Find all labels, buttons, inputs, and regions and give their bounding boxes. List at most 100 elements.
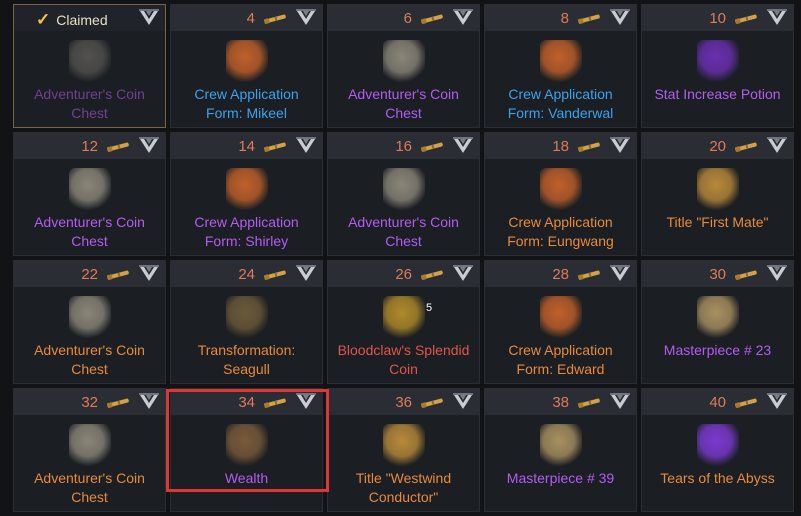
reward-cell[interactable]: 6 Adventurer's Coin Chest [327, 4, 480, 128]
application-form-icon [539, 40, 582, 82]
reward-cell-header: 22 [14, 261, 165, 287]
spyglass-icon [734, 396, 758, 409]
required-level: 16 [395, 138, 412, 155]
reward-cell-header: 14 [171, 133, 322, 159]
reward-cell[interactable]: 22 Adventurer's Coin Chest [13, 260, 166, 384]
emblem-icon [138, 264, 160, 284]
reward-name: Adventurer's Coin Chest [348, 86, 459, 121]
spyglass-icon [577, 396, 601, 409]
emblem-icon [609, 264, 631, 284]
reward-cell-header: 8 [485, 5, 636, 31]
coin-chest-icon [68, 168, 111, 210]
required-level: 18 [552, 138, 569, 155]
application-form-icon [539, 168, 582, 210]
reward-name: Transformation: Seagull [197, 342, 296, 377]
emblem-icon [452, 392, 474, 412]
emblem-icon [766, 264, 788, 284]
reward-name: Adventurer's Coin Chest [34, 342, 145, 377]
spyglass-icon [420, 140, 444, 153]
required-level: 40 [709, 394, 726, 411]
checkmark-icon: ✓ [36, 10, 51, 29]
emblem-icon [452, 264, 474, 284]
reward-cell[interactable]: 30 Masterpiece # 23 [641, 260, 794, 384]
reward-cell-header: 12 [14, 133, 165, 159]
reward-name: Adventurer's Coin Chest [34, 214, 145, 249]
required-level: 28 [552, 266, 569, 283]
reward-cell[interactable]: 10 Stat Increase Potion [641, 4, 794, 128]
masterpiece-icon [696, 296, 739, 338]
reward-track: ✓ Claimed Adventurer's Coin Chest 4 Crew App… [0, 0, 801, 516]
spyglass-icon [263, 396, 287, 409]
reward-cell[interactable]: 40 Tears of the Abyss [641, 388, 794, 512]
emblem-icon [609, 136, 631, 156]
reward-cell[interactable]: 34 Wealth [170, 388, 323, 512]
reward-cell[interactable]: 28 Crew Application Form: Edward [484, 260, 637, 384]
reward-name: Masterpiece # 23 [663, 342, 772, 358]
spyglass-icon [420, 12, 444, 25]
reward-cell-header: 4 [171, 5, 322, 31]
reward-cell[interactable]: ✓ Claimed Adventurer's Coin Chest [13, 4, 166, 128]
required-level: 8 [560, 10, 569, 27]
spyglass-icon [263, 12, 287, 25]
emblem-icon [766, 392, 788, 412]
wealth-rune-icon [225, 424, 268, 466]
emblem-icon [138, 8, 160, 28]
reward-cell[interactable]: 18 Crew Application Form: Eungwang [484, 132, 637, 256]
reward-cell-header: 6 [328, 5, 479, 31]
spyglass-icon [577, 140, 601, 153]
required-level: 6 [403, 10, 412, 27]
reward-name: Crew Application Form: Shirley [194, 214, 299, 249]
required-level: 30 [709, 266, 726, 283]
reward-cell[interactable]: 16 Adventurer's Coin Chest [327, 132, 480, 256]
gem-icon [696, 424, 739, 466]
reward-name: Adventurer's Coin Chest [34, 86, 145, 121]
spyglass-icon [263, 140, 287, 153]
reward-cell[interactable]: 4 Crew Application Form: Mikeel [170, 4, 323, 128]
reward-cell[interactable]: 36 Title "Westwind Conductor" [327, 388, 480, 512]
emblem-icon [138, 136, 160, 156]
required-level: 36 [395, 394, 412, 411]
gold-coin-icon [382, 296, 425, 338]
spyglass-icon [420, 268, 444, 281]
reward-cell[interactable]: 20 Title "First Mate" [641, 132, 794, 256]
claimed-status: ✓ Claimed [36, 10, 108, 30]
reward-name: Tears of the Abyss [660, 470, 775, 486]
reward-cell-header: 18 [485, 133, 636, 159]
reward-cell[interactable]: 8 Crew Application Form: Vanderwal [484, 4, 637, 128]
reward-cell[interactable]: 38 Masterpiece # 39 [484, 388, 637, 512]
reward-name: Crew Application Form: Mikeel [194, 86, 299, 121]
application-form-icon [539, 296, 582, 338]
application-form-icon [225, 168, 268, 210]
reward-cell-header: 34 [171, 389, 322, 415]
reward-cell-header: 38 [485, 389, 636, 415]
spyglass-icon [106, 396, 130, 409]
reward-name: Adventurer's Coin Chest [34, 470, 145, 505]
required-level: 24 [238, 266, 255, 283]
reward-name: Crew Application Form: Eungwang [507, 214, 614, 249]
required-level: 20 [709, 138, 726, 155]
reward-cell[interactable]: 32 Adventurer's Coin Chest [13, 388, 166, 512]
reward-name: Adventurer's Coin Chest [348, 214, 459, 249]
emblem-icon [452, 136, 474, 156]
masterpiece-icon [539, 424, 582, 466]
reward-name: Crew Application Form: Vanderwal [507, 86, 614, 121]
reward-cell[interactable]: 14 Crew Application Form: Shirley [170, 132, 323, 256]
coin-chest-icon [382, 168, 425, 210]
reward-cell[interactable]: 26 5 Bloodclaw's Splendid Coin [327, 260, 480, 384]
application-form-icon [225, 40, 268, 82]
reward-name: Title "First Mate" [666, 214, 769, 230]
required-level: 32 [81, 394, 98, 411]
reward-cell[interactable]: 24 Transformation: Seagull [170, 260, 323, 384]
reward-cell-header: 40 [642, 389, 793, 415]
emblem-icon [766, 136, 788, 156]
reward-cell[interactable]: 12 Adventurer's Coin Chest [13, 132, 166, 256]
emblem-icon [138, 392, 160, 412]
required-level: 4 [246, 10, 255, 27]
emblem-icon [295, 264, 317, 284]
emblem-icon [452, 8, 474, 28]
emblem-icon [609, 392, 631, 412]
spyglass-icon [420, 396, 444, 409]
reward-name: Stat Increase Potion [654, 86, 781, 102]
reward-name: Masterpiece # 39 [506, 470, 615, 486]
spyglass-icon [263, 268, 287, 281]
